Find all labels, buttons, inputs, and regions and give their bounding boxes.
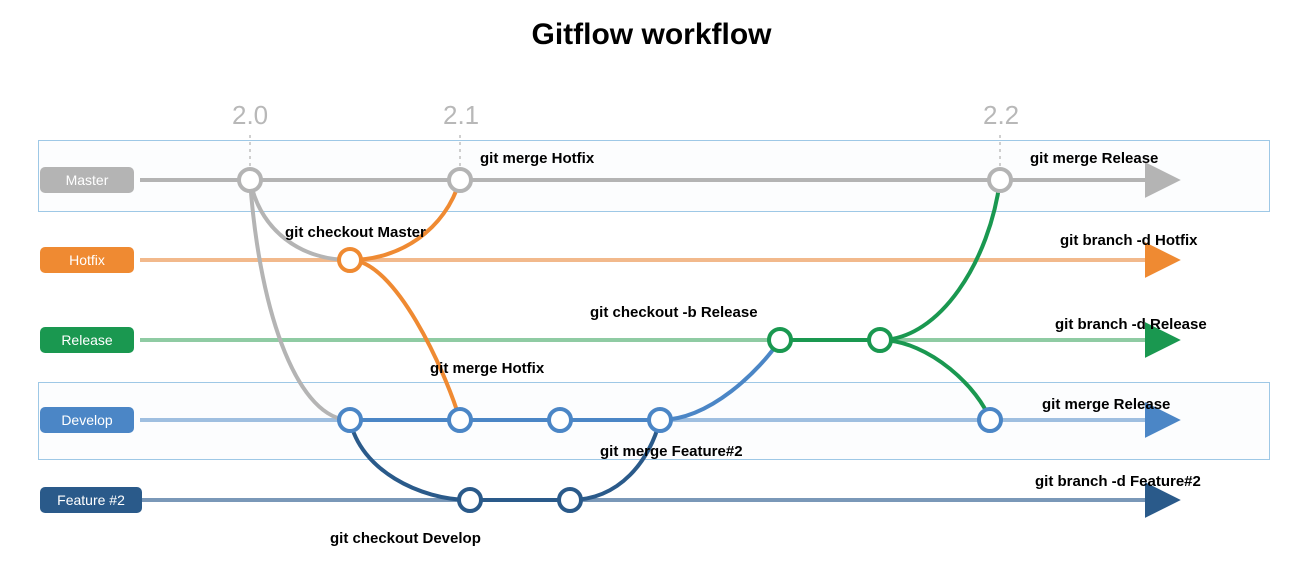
note-merge-release-d: git merge Release [1042,396,1170,413]
node-release-1 [769,329,791,351]
node-develop-4 [649,409,671,431]
note-merge-hotfix-d: git merge Hotfix [430,360,544,377]
node-master-v1 [239,169,261,191]
node-release-2 [869,329,891,351]
node-develop-2 [449,409,471,431]
edge-feature-to-develop [570,420,660,500]
node-feature-2 [559,489,581,511]
version-1-label: 2.0 [232,100,268,131]
edge-develop-to-feature [350,420,470,500]
node-develop-5 [979,409,1001,431]
version-3-label: 2.2 [983,100,1019,131]
node-develop-1 [339,409,361,431]
branch-pill-hotfix: Hotfix [40,247,134,273]
node-hotfix [339,249,361,271]
edge-develop-to-release [660,340,780,420]
branch-pill-release: Release [40,327,134,353]
note-merge-hotfix-m: git merge Hotfix [480,150,594,167]
note-merge-release-m: git merge Release [1030,150,1158,167]
node-master-v3 [989,169,1011,191]
edge-hotfix-to-master [350,180,460,260]
note-del-release: git branch -d Release [1055,316,1207,333]
edge-master-to-hotfix [250,180,350,260]
note-merge-feature2: git merge Feature#2 [600,443,743,460]
note-del-feature2: git branch -d Feature#2 [1035,473,1201,490]
node-master-v2 [449,169,471,191]
note-del-hotfix: git branch -d Hotfix [1060,232,1198,249]
note-checkout-develop: git checkout Develop [330,530,481,547]
edge-release-to-develop [880,340,990,420]
branch-pill-feature2: Feature #2 [40,487,142,513]
branch-pill-develop: Develop [40,407,134,433]
version-2-label: 2.1 [443,100,479,131]
node-develop-3 [549,409,571,431]
branch-pill-master: Master [40,167,134,193]
note-checkout-master: git checkout Master [285,224,426,241]
node-feature-1 [459,489,481,511]
note-checkout-release: git checkout -b Release [590,304,758,321]
